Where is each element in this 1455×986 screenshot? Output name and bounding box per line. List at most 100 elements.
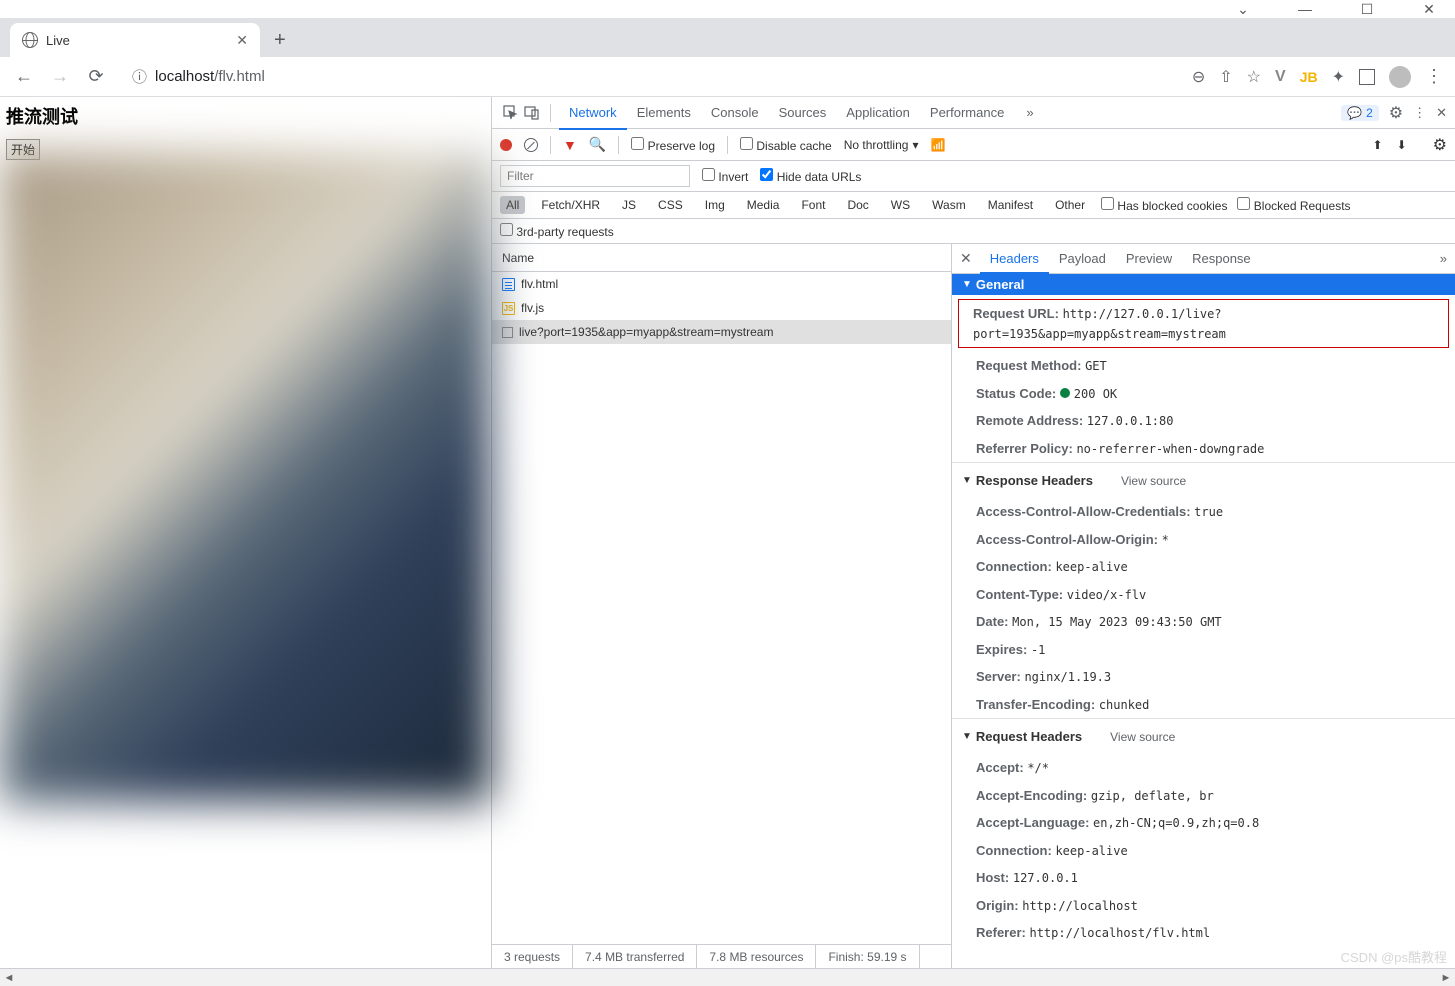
type-filter-css[interactable]: CSS [652, 196, 689, 214]
type-filter-doc[interactable]: Doc [841, 196, 874, 214]
video-preview [0, 152, 491, 802]
type-filter-media[interactable]: Media [741, 196, 786, 214]
network-toolbar: ▼ 🔍 Preserve log Disable cache No thrott… [492, 129, 1455, 161]
section-general[interactable]: ▼General [952, 274, 1455, 295]
section-response-headers[interactable]: ▼Response HeadersView source [952, 462, 1455, 498]
forward-button[interactable]: → [48, 66, 72, 87]
extensions-icon[interactable]: ✦ [1332, 67, 1345, 87]
request-row[interactable]: JSflv.js [492, 296, 951, 320]
header-row: Transfer-Encoding: chunked [952, 691, 1455, 719]
search-icon[interactable]: 🔍 [589, 136, 606, 153]
status-item: 3 requests [492, 945, 573, 968]
request-name: flv.js [521, 301, 544, 315]
messages-badge[interactable]: 💬2 [1341, 105, 1379, 121]
devtools-tab-console[interactable]: Console [701, 97, 769, 128]
invert-checkbox[interactable]: Invert [702, 168, 748, 184]
scroll-left-icon[interactable]: ◄ [0, 972, 18, 984]
vue-extension-icon[interactable]: V [1275, 68, 1286, 86]
menu-icon[interactable]: ⋮ [1425, 66, 1443, 87]
settings-icon[interactable]: ⚙ [1389, 103, 1403, 123]
type-filter-other[interactable]: Other [1049, 196, 1091, 214]
header-row: Content-Type: video/x-flv [952, 581, 1455, 609]
detail-tab-response[interactable]: Response [1182, 245, 1261, 272]
jetbrains-extension-icon[interactable]: JB [1300, 69, 1318, 85]
page-title: 推流测试 [6, 103, 485, 129]
inspect-icon[interactable] [500, 103, 520, 123]
back-button[interactable]: ← [12, 66, 36, 87]
minimize-button[interactable]: ― [1289, 1, 1321, 17]
devtools-tab-performance[interactable]: Performance [920, 97, 1014, 128]
tab-close-icon[interactable]: ✕ [236, 32, 248, 49]
throttling-select[interactable]: No throttling ▾ [844, 138, 919, 152]
url-host: localhost [155, 68, 214, 85]
filter-blocked-requests[interactable]: Blocked Requests [1237, 197, 1350, 213]
network-settings-icon[interactable]: ⚙ [1433, 135, 1447, 155]
type-filter-all[interactable]: All [500, 196, 525, 214]
new-tab-button[interactable]: + [274, 23, 286, 57]
detail-tab-preview[interactable]: Preview [1116, 245, 1182, 272]
header-row: Accept-Language: en,zh-CN;q=0.9,zh;q=0.8 [952, 809, 1455, 837]
requests-name-header[interactable]: Name [492, 244, 951, 272]
detail-tab-headers[interactable]: Headers [980, 245, 1049, 274]
type-filter-wasm[interactable]: Wasm [926, 196, 972, 214]
horizontal-scrollbar[interactable]: ◄ ► [0, 968, 1455, 986]
type-filter-font[interactable]: Font [795, 196, 831, 214]
network-status-bar: 3 requests7.4 MB transferred7.8 MB resou… [492, 944, 951, 968]
filter-3rd-party[interactable]: 3rd-party requests [500, 223, 614, 239]
wifi-icon[interactable]: 📶 [930, 138, 945, 152]
header-row: Accept: */* [952, 754, 1455, 782]
star-icon[interactable]: ☆ [1247, 67, 1261, 87]
panel-icon[interactable] [1359, 69, 1375, 85]
filter-has-blocked-cookies[interactable]: Has blocked cookies [1101, 197, 1227, 213]
close-detail-icon[interactable]: ✕ [960, 250, 972, 267]
request-list: Name flv.html JSflv.jslive?port=1935&app=… [492, 244, 952, 968]
hide-data-urls-checkbox[interactable]: Hide data URLs [760, 168, 861, 184]
kebab-icon[interactable]: ⋮ [1413, 105, 1426, 121]
page-viewport: 推流测试 开始 [0, 97, 491, 968]
browser-tab[interactable]: Live ✕ [10, 23, 260, 57]
type-filter-fetch-xhr[interactable]: Fetch/XHR [535, 196, 606, 214]
window-title-bar: ⌄ ― ☐ ✕ [0, 0, 1455, 18]
type-filter-ws[interactable]: WS [885, 196, 916, 214]
share-icon[interactable]: ⇧ [1219, 67, 1232, 87]
clear-button[interactable] [524, 138, 538, 152]
devtools-tab-elements[interactable]: Elements [627, 97, 701, 128]
type-filter-img[interactable]: Img [699, 196, 731, 214]
request-row[interactable]: flv.html [492, 272, 951, 296]
request-url-field: Request URL: http://127.0.0.1/live?port=… [958, 299, 1449, 348]
maximize-button[interactable]: ☐ [1351, 1, 1383, 18]
scroll-right-icon[interactable]: ► [1437, 972, 1455, 984]
address-bar[interactable]: ⓘ localhost/flv.html [120, 62, 1180, 92]
watermark-text: CSDN @ps酷教程 [1341, 947, 1447, 966]
close-devtools-icon[interactable]: ✕ [1436, 105, 1447, 121]
header-row: Accept-Encoding: gzip, deflate, br [952, 782, 1455, 810]
zoom-icon[interactable]: ⊖ [1192, 67, 1205, 87]
tab-title: Live [46, 33, 228, 48]
record-button[interactable] [500, 139, 512, 151]
download-har-icon[interactable]: ⬇ [1397, 138, 1407, 152]
chevron-down-icon[interactable]: ⌄ [1227, 1, 1259, 18]
devtools-tab-network[interactable]: Network [559, 97, 627, 130]
devtools-tab-application[interactable]: Application [836, 97, 920, 128]
preserve-log-checkbox[interactable]: Preserve log [631, 137, 715, 153]
upload-har-icon[interactable]: ⬆ [1373, 138, 1383, 152]
filter-icon[interactable]: ▼ [563, 137, 577, 153]
profile-avatar[interactable] [1389, 66, 1411, 88]
header-row: Origin: http://localhost [952, 892, 1455, 920]
type-filter-manifest[interactable]: Manifest [982, 196, 1039, 214]
disable-cache-checkbox[interactable]: Disable cache [740, 137, 832, 153]
reload-button[interactable]: ⟳ [84, 66, 108, 87]
address-bar-row: ← → ⟳ ⓘ localhost/flv.html ⊖ ⇧ ☆ V JB ✦ … [0, 57, 1455, 97]
filter-input[interactable] [500, 165, 690, 187]
type-filter-js[interactable]: JS [616, 196, 642, 214]
device-toggle-icon[interactable] [522, 106, 542, 120]
devtools-tab-sources[interactable]: Sources [769, 97, 837, 128]
request-row[interactable]: live?port=1935&app=myapp&stream=mystream [492, 320, 951, 344]
detail-tabs-more[interactable]: » [1440, 251, 1447, 266]
section-request-headers[interactable]: ▼Request HeadersView source [952, 718, 1455, 754]
detail-tab-payload[interactable]: Payload [1049, 245, 1116, 272]
request-name: flv.html [521, 277, 558, 291]
close-window-button[interactable]: ✕ [1413, 1, 1445, 18]
devtools-tabs-more[interactable]: » [1016, 97, 1043, 128]
site-info-icon[interactable]: ⓘ [132, 66, 147, 87]
